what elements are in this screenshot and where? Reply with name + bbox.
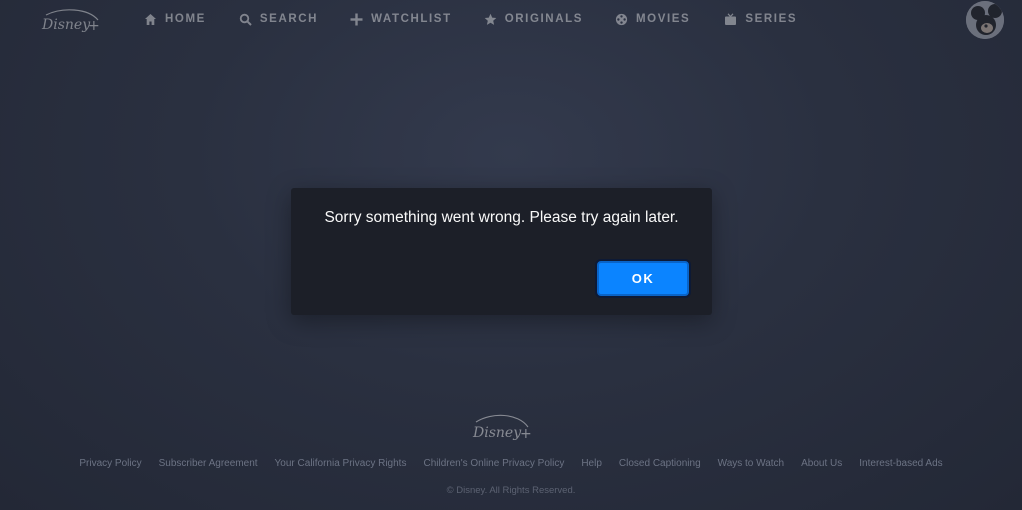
search-icon bbox=[239, 13, 252, 26]
footer-link-privacy-policy[interactable]: Privacy Policy bbox=[79, 458, 141, 469]
copyright-text: © Disney. All Rights Reserved. bbox=[446, 485, 576, 496]
svg-text:+: + bbox=[520, 426, 532, 442]
footer-disney-plus-logo: Disney + bbox=[470, 410, 534, 444]
svg-text:Disney: Disney bbox=[472, 425, 522, 441]
top-nav-bar: Disney + HOME SEARCH WATCHLIST ORIGINALS… bbox=[0, 0, 1022, 39]
nav-series[interactable]: SERIES bbox=[724, 12, 798, 26]
nav-watchlist-label: WATCHLIST bbox=[371, 13, 452, 25]
footer-link-closed-captioning[interactable]: Closed Captioning bbox=[619, 458, 701, 469]
nav-search[interactable]: SEARCH bbox=[239, 13, 318, 26]
footer-links: Privacy Policy Subscriber Agreement Your… bbox=[0, 458, 1022, 469]
footer-link-childrens-privacy[interactable]: Children's Online Privacy Policy bbox=[423, 458, 564, 469]
nav-watchlist[interactable]: WATCHLIST bbox=[350, 13, 452, 26]
nav-originals-label: ORIGINALS bbox=[504, 13, 583, 25]
main-navigation: HOME SEARCH WATCHLIST ORIGINALS MOVIES S… bbox=[144, 11, 829, 27]
nav-movies-label: MOVIES bbox=[636, 13, 691, 25]
nav-home-label: HOME bbox=[165, 13, 206, 25]
error-dialog: Sorry something went wrong. Please try a… bbox=[291, 188, 712, 315]
footer-link-help[interactable]: Help bbox=[581, 458, 602, 469]
footer-link-interest-based-ads[interactable]: Interest-based Ads bbox=[859, 458, 942, 469]
home-icon bbox=[144, 13, 157, 26]
svg-text:Disney: Disney bbox=[41, 17, 91, 33]
profile-avatar[interactable] bbox=[966, 1, 1004, 39]
mickey-avatar-icon bbox=[966, 1, 1004, 39]
svg-text:+: + bbox=[88, 18, 100, 34]
nav-home[interactable]: HOME bbox=[144, 13, 206, 26]
film-reel-icon bbox=[615, 13, 628, 26]
nav-originals[interactable]: ORIGINALS bbox=[484, 13, 583, 26]
star-icon bbox=[484, 13, 497, 26]
plus-icon bbox=[350, 13, 363, 26]
ok-button[interactable]: OK bbox=[597, 261, 689, 296]
footer-link-subscriber-agreement[interactable]: Subscriber Agreement bbox=[159, 458, 258, 469]
nav-series-label: SERIES bbox=[745, 13, 798, 25]
footer-link-about-us[interactable]: About Us bbox=[801, 458, 842, 469]
error-message: Sorry something went wrong. Please try a… bbox=[324, 209, 679, 226]
footer-link-ways-to-watch[interactable]: Ways to Watch bbox=[718, 458, 785, 469]
tv-icon bbox=[724, 12, 737, 26]
nav-movies[interactable]: MOVIES bbox=[615, 13, 690, 26]
disney-plus-logo[interactable]: Disney + bbox=[40, 6, 104, 36]
footer-link-california-privacy[interactable]: Your California Privacy Rights bbox=[275, 458, 407, 469]
nav-search-label: SEARCH bbox=[259, 13, 319, 25]
